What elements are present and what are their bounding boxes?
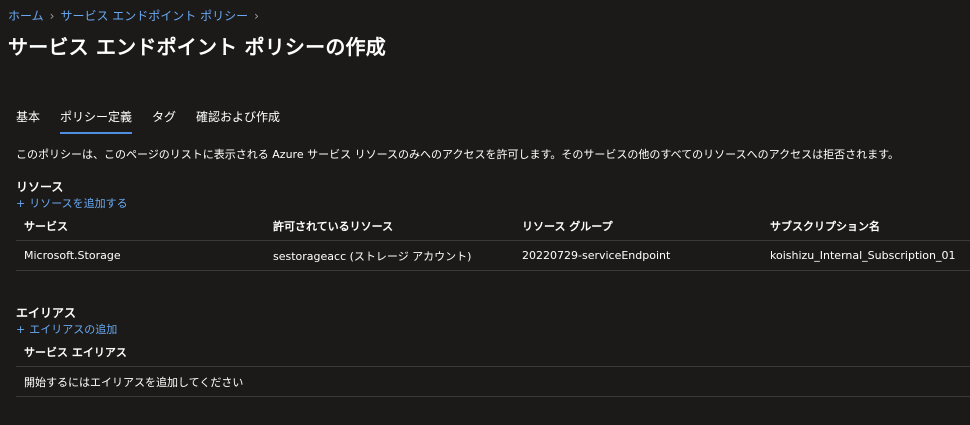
cell-allowed-resource: sestorageacc (ストレージ アカウント) bbox=[273, 249, 472, 263]
breadcrumb-home[interactable]: ホーム bbox=[8, 7, 44, 24]
aliases-table: サービス エイリアス 開始するにはエイリアスを追加してください bbox=[16, 337, 970, 397]
column-header-service-alias: サービス エイリアス bbox=[24, 345, 127, 359]
page-title: サービス エンドポイント ポリシーの作成 bbox=[8, 35, 386, 59]
tab-basics[interactable]: 基本 bbox=[16, 108, 40, 131]
add-alias-label: エイリアスの追加 bbox=[29, 323, 118, 336]
cell-service: Microsoft.Storage bbox=[24, 249, 121, 262]
add-alias-link[interactable]: + エイリアスの追加 bbox=[16, 321, 117, 337]
plus-icon: + bbox=[16, 197, 26, 210]
column-header-resource-group: リソース グループ bbox=[522, 219, 613, 233]
plus-icon: + bbox=[16, 323, 26, 336]
aliases-section-title: エイリアス bbox=[16, 306, 77, 320]
aliases-empty-message: 開始するにはエイリアスを追加してください bbox=[24, 375, 244, 389]
policy-description: このポリシーは、このページのリストに表示される Azure サービス リソースの… bbox=[16, 148, 899, 161]
resources-section-title: リソース bbox=[16, 180, 64, 194]
table-header-row: サービス 許可されているリソース リソース グループ サブスクリプション名 bbox=[16, 211, 970, 241]
tab-tags[interactable]: タグ bbox=[152, 108, 176, 131]
table-row[interactable]: Microsoft.Storage sestorageacc (ストレージ アカ… bbox=[16, 241, 970, 271]
cell-resource-group: 20220729-serviceEndpoint bbox=[522, 249, 671, 262]
column-header-allowed-resource: 許可されているリソース bbox=[273, 219, 394, 233]
add-resource-link[interactable]: + リソースを追加する bbox=[16, 195, 128, 211]
resources-table: サービス 許可されているリソース リソース グループ サブスクリプション名 Mi… bbox=[16, 211, 970, 271]
tab-bar: 基本 ポリシー定義 タグ 確認および作成 bbox=[16, 108, 280, 134]
tab-policy-definitions[interactable]: ポリシー定義 bbox=[60, 108, 133, 134]
tab-review-create[interactable]: 確認および作成 bbox=[196, 108, 280, 131]
column-header-subscription: サブスクリプション名 bbox=[770, 219, 880, 233]
page: ホーム › サービス エンドポイント ポリシー › サービス エンドポイント ポ… bbox=[0, 0, 970, 425]
add-resource-label: リソースを追加する bbox=[29, 197, 128, 210]
chevron-right-icon: › bbox=[49, 8, 55, 23]
cell-subscription: koishizu_Internal_Subscription_01 bbox=[770, 249, 956, 262]
table-header-row: サービス エイリアス bbox=[16, 337, 970, 367]
breadcrumb-service-endpoint-policy[interactable]: サービス エンドポイント ポリシー bbox=[60, 7, 248, 24]
breadcrumb: ホーム › サービス エンドポイント ポリシー › bbox=[8, 7, 265, 24]
table-row: 開始するにはエイリアスを追加してください bbox=[16, 367, 970, 397]
chevron-right-icon: › bbox=[254, 8, 259, 23]
more-icon[interactable]: ... bbox=[349, 34, 365, 50]
column-header-service: サービス bbox=[24, 219, 68, 233]
